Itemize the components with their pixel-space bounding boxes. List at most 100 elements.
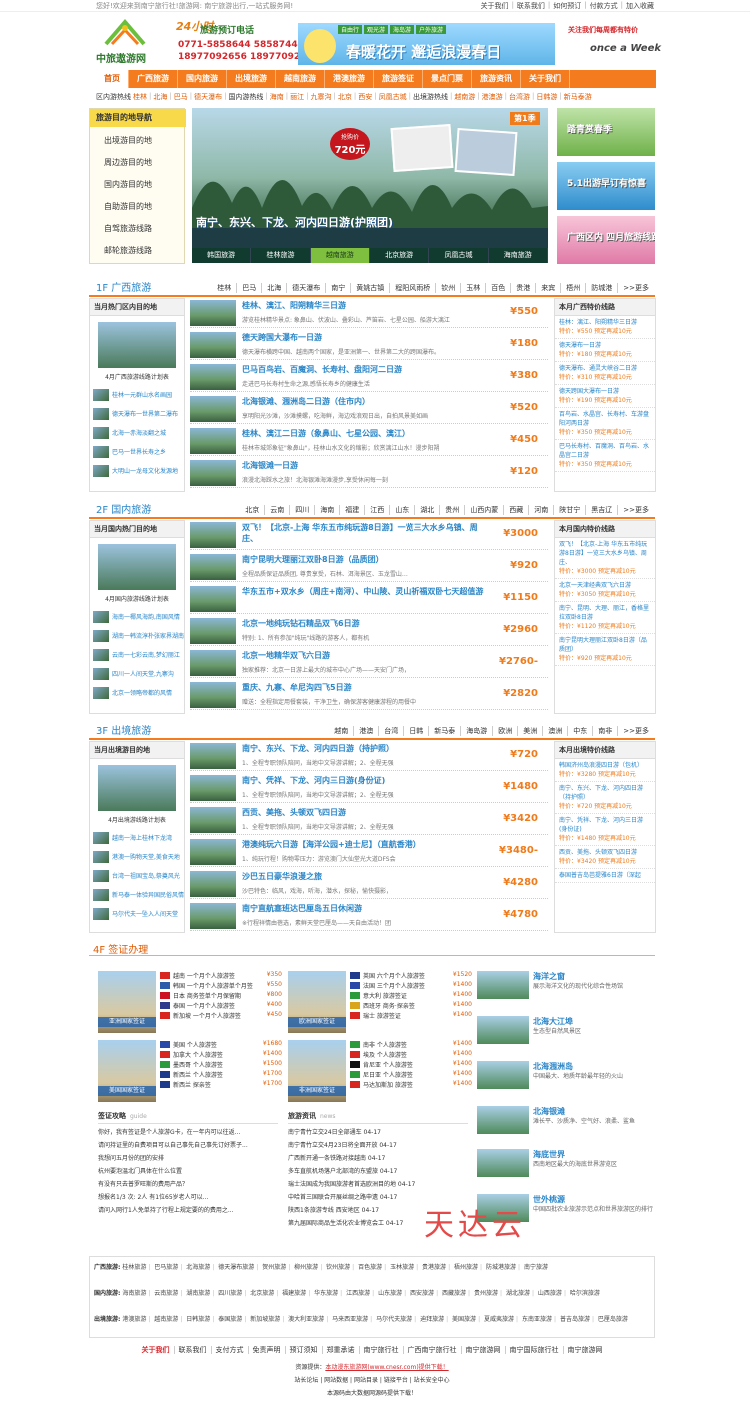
about-link[interactable]: 关于我们: [481, 1, 509, 11]
tour-title[interactable]: 北海银滩、涠洲岛二日游（住市内）: [242, 396, 492, 407]
plan-caption[interactable]: 4月国内旅游线路计划表: [90, 594, 184, 603]
footer-links[interactable]: 站长论坛 | 网站数据 | 网站目录 | 链接平台 | 站长安全中心: [89, 1375, 655, 1384]
city-link[interactable]: 桂林: [212, 283, 236, 293]
hero-slideshow[interactable]: 抢购价 720元 第1季 南宁、东兴、下龙、河内四日游(护照团) 韩国旅游 桂林…: [192, 108, 548, 263]
subnav-link[interactable]: 西安: [358, 92, 372, 104]
spot-item[interactable]: 海底世界 西南地区最大的海底世界游览区: [477, 1149, 657, 1179]
tour-item[interactable]: 港澳纯玩六日游【海洋公园+迪士尼】（直航香港） 1、纯玩行程！购物零压力：游览澳门…: [190, 837, 548, 867]
offer-item[interactable]: 德天跨国大瀑布一日游 特价：¥190 预定再减10元: [555, 385, 655, 408]
subnav-link[interactable]: 北京: [338, 92, 352, 104]
more-link[interactable]: >>更多: [617, 726, 654, 736]
city-link[interactable]: 港澳: [353, 726, 378, 736]
subnav-link[interactable]: 港澳游: [482, 92, 503, 104]
visa-row[interactable]: 加拿大 个人旅游签 ¥1400: [160, 1050, 282, 1060]
city-link[interactable]: 福建: [339, 505, 364, 515]
city-link[interactable]: 黄姚古镇: [350, 283, 389, 293]
guide-item[interactable]: 杭州要泡温北门具体在什么位置: [98, 1166, 282, 1179]
hot-dest-item[interactable]: 马尔代夫一坠入人间天堂: [90, 904, 184, 923]
spot-title[interactable]: 世外桃源: [533, 1194, 565, 1205]
guangxi-link[interactable]: 德天瀑布旅游: [218, 1264, 254, 1271]
domestic-link[interactable]: 哈尔滨旅游: [570, 1290, 600, 1297]
city-link[interactable]: 海南: [314, 505, 339, 515]
domestic-link[interactable]: 海南旅游: [122, 1290, 146, 1297]
subnav-link[interactable]: 九寨沟: [311, 92, 332, 104]
city-link[interactable]: 欧洲: [492, 726, 517, 736]
hero-caption[interactable]: 南宁、东兴、下龙、河内四日游(护照团): [196, 214, 393, 230]
nav-hk-macau[interactable]: 港澳旅游: [325, 70, 374, 88]
visa-row[interactable]: 泰国 一个月个人旅游签 ¥400: [160, 1001, 282, 1011]
spot-item[interactable]: 北海银滩 滩长平、沙质净、空气好、浪柔、鲨鱼: [477, 1106, 657, 1136]
visa-row[interactable]: 埃及 个人旅游签 ¥1400: [350, 1050, 472, 1060]
guide-item[interactable]: 有没有只去普罗旺斯的费用产品？: [98, 1179, 282, 1192]
domestic-link[interactable]: 四川旅游: [218, 1290, 242, 1297]
city-link[interactable]: 德天瀑布: [286, 283, 325, 293]
guangxi-link[interactable]: 玉林旅游: [390, 1264, 414, 1271]
spot-title[interactable]: 北海涠洲岛: [533, 1061, 573, 1072]
footer-nav-link[interactable]: 郑重承诺: [321, 1346, 359, 1354]
spot-title[interactable]: 北海银滩: [533, 1106, 565, 1117]
hot-dest-item[interactable]: 大明山一龙母文化发源地: [90, 461, 184, 480]
city-link[interactable]: 云南: [264, 505, 289, 515]
visa-row[interactable]: 美国 个人旅游签 ¥1680: [160, 1040, 282, 1050]
credit-link[interactable]: 本动漫东旅游网(www.cnesr.com)提供下载！: [325, 1364, 448, 1371]
subnav-link[interactable]: 新马泰游: [564, 92, 592, 104]
subnav-link[interactable]: 日韩游: [536, 92, 557, 104]
nav-outbound[interactable]: 出境旅游: [227, 70, 276, 88]
hero-tab[interactable]: 韩国旅游: [192, 248, 252, 263]
visa-row[interactable]: 尼日亚 个人旅游签 ¥1400: [350, 1070, 472, 1080]
domestic-link[interactable]: 湖南旅游: [186, 1290, 210, 1297]
visa-row[interactable]: 南非 个人旅游签 ¥1400: [350, 1040, 472, 1050]
offer-item[interactable]: 南宁、东兴、下龙、河内四日游（持护照） 特价：¥720 预定再减10元: [555, 782, 655, 814]
subnav-link[interactable]: 海南: [270, 92, 284, 104]
guangxi-link[interactable]: 百色旅游: [358, 1264, 382, 1271]
tour-title[interactable]: 德天跨国大瀑布一日游: [242, 332, 492, 343]
city-link[interactable]: 南宁: [325, 283, 350, 293]
footer-nav-link[interactable]: 免责声明: [247, 1346, 285, 1354]
guangxi-link[interactable]: 梧州旅游: [454, 1264, 478, 1271]
section-title-domestic[interactable]: 2F 国内旅游: [96, 501, 151, 516]
subnav-link[interactable]: 台湾游: [509, 92, 530, 104]
dest-cruise[interactable]: 邮轮旅游线路: [104, 245, 152, 256]
outbound-link[interactable]: 日韩旅游: [186, 1316, 210, 1323]
tour-title[interactable]: 重庆、九寨、牟尼沟四飞5日游: [242, 682, 492, 693]
guangxi-link[interactable]: 贺州旅游: [262, 1264, 286, 1271]
visa-row[interactable]: 日本 商务签单个月保留期 ¥800: [160, 991, 282, 1001]
city-link[interactable]: 海岛游: [460, 726, 492, 736]
visa-row[interactable]: 瑞士 旅游签证 ¥1400: [350, 1011, 472, 1021]
domestic-link[interactable]: 西藏旅游: [442, 1290, 466, 1297]
guide-item[interactable]: 你好，我有签证是个人旅游G卡，在一年内可以往返...: [98, 1127, 282, 1140]
footer-nav-link[interactable]: 南宁旅游网: [460, 1346, 505, 1354]
guangxi-link[interactable]: 北海旅游: [186, 1264, 210, 1271]
hero-tab[interactable]: 桂林旅游: [251, 248, 311, 263]
city-link[interactable]: 百色: [485, 283, 510, 293]
subnav-link[interactable]: 凤凰古城: [379, 92, 407, 104]
visa-row[interactable]: 韩国 一个月个人旅游单个月签 ¥550: [160, 981, 282, 991]
visa-row[interactable]: 墨西哥 个人旅游签 ¥1500: [160, 1060, 282, 1070]
tour-item[interactable]: 西贡、美拖、头顿双飞四日游 1、全程专职领队陪同，当地中文导游讲解；2、全程无强 ¥…: [190, 805, 548, 835]
dest-domestic[interactable]: 国内游目的地: [104, 179, 152, 190]
news-item[interactable]: 南宁青竹立交4月23日将全面开放 04-17: [288, 1140, 472, 1153]
guangxi-link[interactable]: 防城港旅游: [486, 1264, 516, 1271]
news-item[interactable]: 南宁青竹立交24日全部通车 04-17: [288, 1127, 472, 1140]
tour-item[interactable]: 南宁、凭祥、下龙、河内三日游(身份证) 1、全程专职领队陪同，当地中文导游讲解；2…: [190, 773, 548, 803]
city-link[interactable]: 新马泰: [428, 726, 460, 736]
tour-item[interactable]: 巴马百鸟岩、百魔洞、长寿村、盘阳河二日游 走进巴马长寿村生命之源,感悟长寿乡的健康…: [190, 362, 548, 392]
tour-item[interactable]: 北海银滩一日游 浪漫北海踩水之旅！北海银滩海滩漫步,享受休闲每一刻 ¥120: [190, 458, 548, 488]
section-title-outbound[interactable]: 3F 出境旅游: [96, 722, 151, 737]
section-title-guangxi[interactable]: 1F 广西旅游: [96, 279, 151, 294]
bay-city-photo[interactable]: [98, 765, 176, 811]
footer-nav-link[interactable]: 南宁旅行社: [358, 1346, 403, 1354]
tour-title[interactable]: 北海银滩一日游: [242, 460, 492, 471]
offer-item[interactable]: 韩国济州岛浪漫四日游（包机） 特价：¥3280 预定再减10元: [555, 759, 655, 782]
city-link[interactable]: 贵州: [439, 505, 464, 515]
hero-tab-active[interactable]: 越南旅游: [310, 248, 370, 263]
domestic-link[interactable]: 江西旅游: [346, 1290, 370, 1297]
offer-item[interactable]: 泰国普吉岛芭提雅6日游（深起: [555, 869, 655, 883]
news-item[interactable]: 瑞士法国成为我国旅游者首选欧洲目的地 04-17: [288, 1179, 472, 1192]
city-link[interactable]: 黑吉辽: [585, 505, 617, 515]
tour-title[interactable]: 南宁、东兴、下龙、河内四日游（持护照）: [242, 743, 492, 754]
city-link[interactable]: 梧州: [560, 283, 585, 293]
city-link[interactable]: 南非: [592, 726, 617, 736]
tour-title[interactable]: 南宁、凭祥、下龙、河内三日游(身份证): [242, 775, 492, 786]
hot-dest-item[interactable]: 湖南一韩流淳朴张家界湖南: [90, 626, 184, 645]
